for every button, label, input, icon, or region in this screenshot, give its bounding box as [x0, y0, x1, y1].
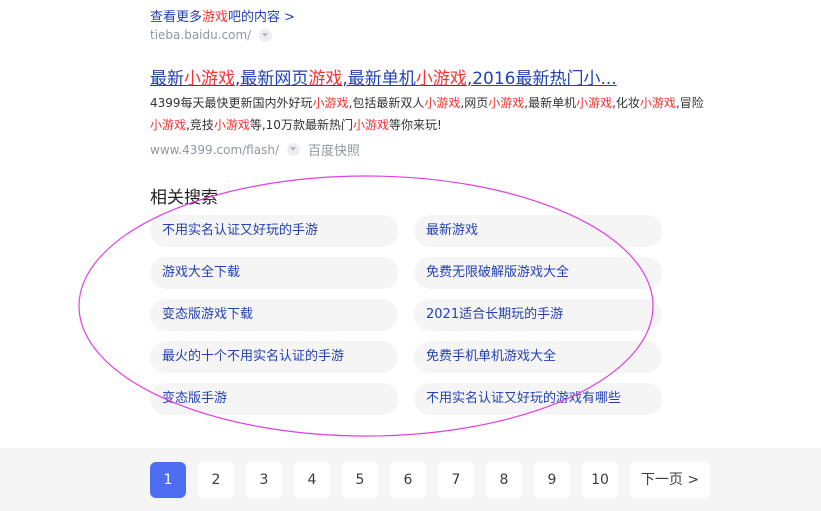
abstract-keyword: 小游戏: [424, 96, 461, 110]
page-button-10[interactable]: 10: [582, 462, 618, 498]
abstract-keyword: 小游戏: [576, 96, 613, 110]
abstract-text: ,竞技: [186, 118, 214, 132]
abstract-text: 4399每天最快更新国内外好玩: [150, 96, 313, 110]
title-keyword: 小游戏: [415, 69, 467, 89]
pagination-bar: 1 2 3 4 5 6 7 8 9 10 下一页 >: [0, 448, 821, 511]
kuaizhao-link[interactable]: 百度快照: [308, 140, 360, 159]
source-line-4399: www.4399.com/flash/ 百度快照: [150, 140, 360, 160]
title-keyword: 小游戏: [184, 69, 235, 89]
abstract-keyword: 小游戏: [488, 96, 525, 110]
related-search-title: 相关搜索: [150, 188, 218, 208]
page-button-9[interactable]: 9: [534, 462, 570, 498]
page-button-5[interactable]: 5: [342, 462, 378, 498]
abstract-keyword: 小游戏: [312, 96, 349, 110]
abstract-keyword: 小游戏: [213, 118, 250, 132]
abstract-keyword: 小游戏: [352, 118, 389, 132]
related-search-item[interactable]: 2021适合长期玩的手游: [414, 299, 662, 331]
chevron-down-icon[interactable]: [259, 28, 273, 42]
page-button-6[interactable]: 6: [390, 462, 426, 498]
related-search-grid: 不用实名认证又好玩的手游 最新游戏 游戏大全下载 免费无限破解版游戏大全 变态版…: [150, 215, 662, 415]
related-search-item[interactable]: 不用实名认证又好玩的游戏有哪些: [414, 383, 662, 415]
more-link-pre: 查看更多: [150, 10, 203, 25]
abstract-keyword: 小游戏: [150, 118, 187, 132]
page-button-8[interactable]: 8: [486, 462, 522, 498]
source-url: tieba.baidu.com/: [150, 28, 252, 42]
related-search-item[interactable]: 不用实名认证又好玩的手游: [150, 215, 398, 247]
page-button-7[interactable]: 7: [438, 462, 474, 498]
abstract-keyword: 小游戏: [639, 96, 676, 110]
related-search-item[interactable]: 最新游戏: [414, 215, 662, 247]
page-button-4[interactable]: 4: [294, 462, 330, 498]
page-button-2[interactable]: 2: [198, 462, 234, 498]
abstract-text: ,包括最新双人: [348, 96, 425, 110]
more-link-post: 吧的内容 >: [228, 10, 296, 25]
title-text: ,2016最新热门小...: [466, 69, 617, 89]
abstract-text: ,化妆: [612, 96, 640, 110]
title-text: 最新: [150, 69, 184, 89]
source-line-tieba: tieba.baidu.com/: [150, 28, 273, 42]
title-text: ,最新单机: [342, 69, 416, 89]
related-search-item[interactable]: 游戏大全下载: [150, 257, 398, 289]
related-search-item[interactable]: 免费无限破解版游戏大全: [414, 257, 662, 289]
more-link-keyword: 游戏: [202, 10, 229, 25]
abstract-text: ,最新单机: [524, 96, 577, 110]
page-button-3[interactable]: 3: [246, 462, 282, 498]
result-title-link[interactable]: 最新小游戏,最新网页游戏,最新单机小游戏,2016最新热门小...: [150, 64, 617, 89]
related-search-item[interactable]: 变态版手游: [150, 383, 398, 415]
abstract-text: 等,10万款最新热门: [249, 118, 353, 132]
next-page-button[interactable]: 下一页 >: [630, 462, 710, 498]
page-button-1[interactable]: 1: [150, 462, 186, 498]
related-search-item[interactable]: 变态版游戏下载: [150, 299, 398, 331]
abstract-text: ,网页: [460, 96, 489, 110]
pagination: 1 2 3 4 5 6 7 8 9 10 下一页 >: [150, 462, 710, 498]
title-text: ,最新网页: [235, 69, 309, 89]
result-abstract: 4399每天最快更新国内外好玩小游戏,包括最新双人小游戏,网页小游戏,最新单机小…: [150, 92, 710, 136]
chevron-down-icon[interactable]: [287, 143, 300, 156]
related-search-item[interactable]: 最火的十个不用实名认证的手游: [150, 341, 398, 373]
abstract-text: ,冒险: [675, 96, 704, 110]
related-search-item[interactable]: 免费手机单机游戏大全: [414, 341, 662, 373]
result-url: www.4399.com/flash/: [150, 142, 279, 157]
more-tieba-link[interactable]: 查看更多游戏吧的内容 >: [150, 6, 295, 25]
abstract-text: 等你来玩!: [388, 118, 442, 132]
title-keyword: 游戏: [308, 69, 343, 89]
